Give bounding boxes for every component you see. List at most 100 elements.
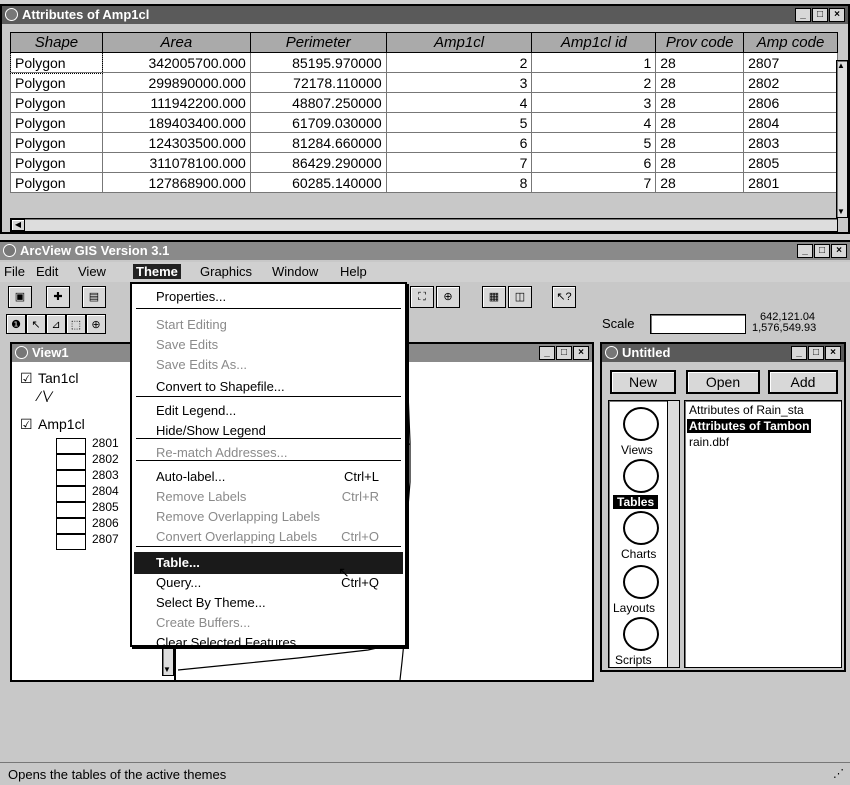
table-cell[interactable]: 2801 (743, 172, 838, 193)
table-cell[interactable]: 28 (655, 92, 745, 113)
views-icon[interactable] (623, 407, 659, 441)
table-cell[interactable]: 5 (531, 132, 657, 153)
table-cell[interactable]: 1 (531, 52, 657, 73)
scripts-icon[interactable] (623, 617, 659, 651)
add-button[interactable]: Add (768, 370, 838, 394)
horizontal-scrollbar[interactable]: ◀ (10, 218, 838, 232)
table-row[interactable]: Polygon 342005700.000 85195.970000 2 1 28 2807 (9, 51, 838, 74)
zoom-in-tool-icon[interactable]: ⊕ (86, 314, 106, 334)
minimize-button[interactable]: _ (539, 346, 555, 360)
table-cell[interactable]: 28 (655, 132, 745, 153)
table-cell[interactable]: Polygon (10, 112, 103, 133)
column-header[interactable]: Prov code (655, 32, 745, 53)
new-button[interactable]: New (610, 370, 676, 394)
zoom-previous-icon[interactable]: ◫ (508, 286, 532, 308)
zoom-to-selected-icon[interactable]: ▦ (482, 286, 506, 308)
menu-view[interactable]: View (78, 264, 106, 279)
table-cell[interactable]: 7 (385, 152, 533, 173)
vertical-scrollbar[interactable]: ▲ ▼ (836, 60, 848, 218)
table-cell[interactable]: 6 (531, 152, 657, 173)
maximize-button[interactable]: □ (808, 346, 824, 360)
table-cell[interactable]: 3 (531, 92, 657, 113)
table-cell[interactable]: 2804 (743, 112, 838, 133)
table-cell[interactable]: 311078100.000 (101, 152, 251, 173)
table-cell[interactable]: 189403400.000 (101, 112, 251, 133)
theme-amp1cl-checkbox[interactable]: ☑ (20, 416, 33, 433)
scroll-down-arrow-icon[interactable]: ▼ (163, 665, 173, 675)
zoom-to-themes-icon[interactable]: ⊕ (436, 286, 460, 308)
table-cell[interactable]: 28 (655, 72, 745, 93)
column-header[interactable]: Amp code (743, 32, 838, 53)
scale-input[interactable] (650, 314, 746, 334)
menu-item-hide-show-legend[interactable]: Hide/Show Legend (156, 420, 399, 442)
table-cell[interactable]: 5 (385, 112, 533, 133)
pointer-tool-icon[interactable]: ↖ (26, 314, 46, 334)
close-button[interactable]: × (829, 8, 845, 22)
table-cell[interactable]: Polygon (10, 172, 103, 193)
table-row[interactable]: Polygon 189403400.000 61709.030000 5 4 28 2804 (10, 112, 838, 133)
select-feature-tool-icon[interactable]: ⬚ (66, 314, 86, 334)
table-cell[interactable]: 8 (385, 172, 533, 193)
maximize-button[interactable]: □ (814, 244, 830, 258)
close-button[interactable]: × (831, 244, 847, 258)
table-cell[interactable]: 2802 (743, 72, 838, 93)
table-row[interactable]: Polygon 311078100.000 86429.290000 7 6 28 2805 (10, 152, 838, 173)
theme-properties-icon[interactable]: ▤ (82, 286, 106, 308)
table-cell[interactable]: 3 (385, 72, 533, 93)
table-cell[interactable]: 28 (655, 172, 745, 193)
help-icon[interactable]: ↖? (552, 286, 576, 308)
table-cell[interactable]: Polygon (10, 152, 103, 173)
table-cell[interactable]: Polygon (10, 72, 103, 93)
minimize-button[interactable]: _ (795, 8, 811, 22)
table-cell[interactable]: Polygon (10, 92, 103, 113)
table-cell[interactable]: 2807 (743, 52, 838, 73)
table-cell[interactable]: 81284.660000 (249, 132, 387, 153)
column-header[interactable]: Amp1cl id (531, 32, 657, 53)
table-cell[interactable]: Polygon (9, 51, 104, 74)
doc-item[interactable]: rain.dbf (689, 435, 729, 449)
table-cell[interactable]: Polygon (10, 132, 103, 153)
menu-item-auto-label[interactable]: Auto-label... Ctrl+L (156, 466, 399, 488)
menu-item-clear-selected-features[interactable]: Clear Selected Features (156, 632, 399, 654)
table-cell[interactable]: 2803 (743, 132, 838, 153)
table-cell[interactable]: 60285.140000 (249, 172, 387, 193)
doc-type-views[interactable]: Views (621, 443, 653, 457)
table-row[interactable]: Polygon 299890000.000 72178.110000 3 2 28 2802 (10, 72, 838, 93)
table-row[interactable]: Polygon 111942200.000 48807.250000 4 3 28 2806 (10, 92, 838, 113)
vertex-edit-tool-icon[interactable]: ⊿ (46, 314, 66, 334)
resize-grip-icon[interactable]: ⋰ (833, 767, 844, 780)
table-cell[interactable]: 2805 (743, 152, 838, 173)
table-cell[interactable]: 6 (385, 132, 533, 153)
table-cell[interactable]: 72178.110000 (249, 72, 387, 93)
add-theme-icon[interactable]: ✚ (46, 286, 70, 308)
identify-tool-icon[interactable]: ❶ (6, 314, 26, 334)
table-cell[interactable]: 86429.290000 (249, 152, 387, 173)
project-titlebar[interactable]: Untitled _ □ × (602, 344, 844, 362)
doc-type-scrollbar[interactable] (667, 401, 679, 667)
theme-amp1cl-label[interactable]: Amp1cl (38, 416, 85, 432)
save-project-icon[interactable]: ▣ (8, 286, 32, 308)
theme-tan1cl-checkbox[interactable]: ☑ (20, 370, 33, 387)
layouts-icon[interactable] (623, 565, 659, 599)
menu-item-properties[interactable]: Properties... (156, 286, 399, 308)
charts-icon[interactable] (623, 511, 659, 545)
menu-file[interactable]: File (4, 264, 25, 279)
maximize-button[interactable]: □ (556, 346, 572, 360)
table-cell[interactable]: 299890000.000 (101, 72, 251, 93)
menu-item-table[interactable]: Table... (134, 552, 403, 574)
table-cell[interactable]: 111942200.000 (101, 92, 251, 113)
doc-type-charts[interactable]: Charts (621, 547, 656, 561)
column-header[interactable]: Shape (10, 32, 103, 53)
doc-item[interactable]: Attributes of Rain_sta (689, 403, 804, 417)
table-cell[interactable]: 61709.030000 (249, 112, 387, 133)
menu-item-select-by-theme[interactable]: Select By Theme... (156, 592, 399, 614)
menu-edit[interactable]: Edit (36, 264, 58, 279)
doc-type-tables[interactable]: Tables (613, 495, 659, 509)
table-cell[interactable]: 342005700.000 (101, 52, 251, 73)
table-cell[interactable]: 28 (655, 112, 745, 133)
column-header[interactable]: Amp1cl (385, 32, 533, 53)
table-cell[interactable]: 85195.970000 (249, 52, 387, 73)
scroll-up-arrow-icon[interactable]: ▲ (837, 61, 847, 71)
table-row[interactable]: Polygon 124303500.000 81284.660000 6 5 28 2803 (10, 132, 838, 153)
minimize-button[interactable]: _ (797, 244, 813, 258)
